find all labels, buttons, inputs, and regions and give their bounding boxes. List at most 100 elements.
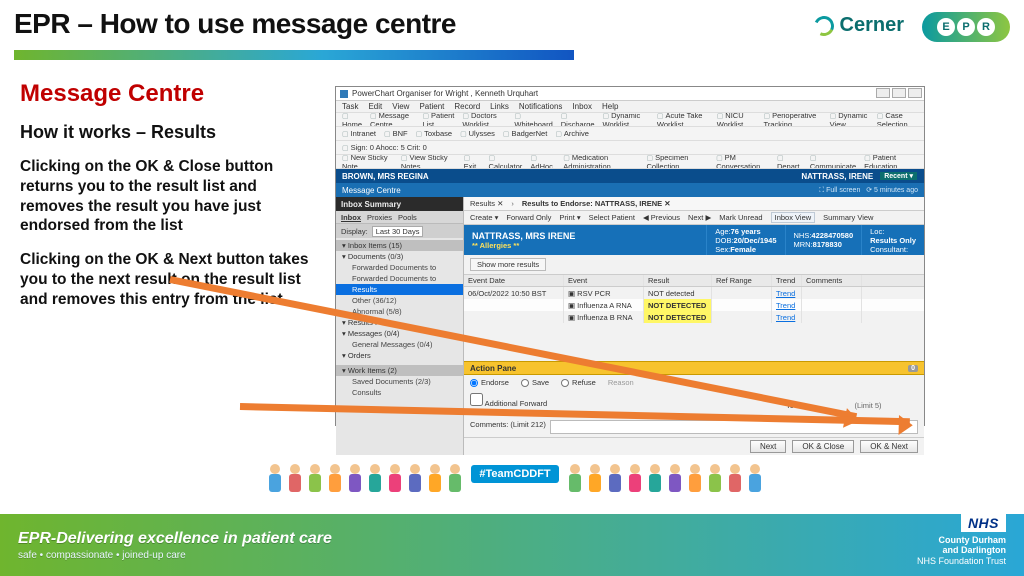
- tb-ulysses[interactable]: Ulysses: [460, 129, 495, 138]
- window-buttons[interactable]: [876, 88, 922, 98]
- tree-orders[interactable]: ▾ Orders: [336, 350, 463, 361]
- table-row[interactable]: 06/Oct/2022 10:50 BST▣ RSV PCRNOT detect…: [464, 287, 924, 299]
- show-more-button[interactable]: Show more results: [470, 258, 546, 271]
- menu-patient[interactable]: Patient: [419, 102, 444, 111]
- refuse-radio[interactable]: Refuse: [561, 378, 596, 387]
- min-icon[interactable]: [876, 88, 890, 98]
- tab-proxies[interactable]: Proxies: [367, 213, 392, 222]
- tb-communicate[interactable]: Communicate: [810, 155, 856, 169]
- tb-bnf[interactable]: BNF: [384, 129, 408, 138]
- tree-forwarded-documents-to[interactable]: Forwarded Documents to: [336, 273, 463, 284]
- cmd-inbox-view[interactable]: Inbox View: [771, 212, 816, 223]
- tab-inbox[interactable]: Inbox: [341, 213, 361, 222]
- crumb-endorse[interactable]: Results to Endorse: NATTRASS, IRENE ✕: [522, 199, 671, 208]
- menu-record[interactable]: Record: [454, 102, 480, 111]
- tree-consults[interactable]: Consults: [336, 387, 463, 398]
- trend-link[interactable]: Trend: [772, 311, 802, 323]
- menu-inbox[interactable]: Inbox: [572, 102, 592, 111]
- tb-dynamic-worklist[interactable]: Dynamic Worklist: [603, 113, 649, 127]
- tb-dynamic-view[interactable]: Dynamic View: [830, 113, 869, 127]
- recent-button[interactable]: Recent ▾: [879, 171, 918, 181]
- tb-new-sticky-note[interactable]: New Sticky Note: [342, 155, 393, 169]
- command-bar[interactable]: Create ▾ Forward Only Print ▾ Select Patien…: [464, 211, 924, 225]
- ok-close-button[interactable]: OK & Close: [792, 440, 854, 453]
- toolbar-row-2[interactable]: Intranet BNF Toxbase Ulysses BadgerNet Archiv…: [336, 127, 924, 141]
- tb-discharge[interactable]: Discharge: [561, 113, 595, 127]
- menu-edit[interactable]: Edit: [368, 102, 382, 111]
- cmd-print-[interactable]: Print ▾: [559, 213, 580, 222]
- crumb-results[interactable]: Results ✕: [470, 199, 503, 208]
- tb-adhoc[interactable]: AdHoc: [530, 155, 555, 169]
- breadcrumb[interactable]: Results ✕ › Results to Endorse: NATTRASS…: [464, 197, 924, 211]
- tb-calculator[interactable]: Calculator: [489, 155, 523, 169]
- toolbar-row-4[interactable]: New Sticky Note View Sticky Notes Exit Calc…: [336, 155, 924, 169]
- table-row[interactable]: ▣ Influenza B RNANOT DETECTEDTrend: [464, 311, 924, 323]
- tb-doctors-worklist[interactable]: Doctors Worklist: [462, 113, 506, 127]
- close-icon[interactable]: [908, 88, 922, 98]
- tree-saved-documents-2-3-[interactable]: Saved Documents (2/3): [336, 376, 463, 387]
- trend-link[interactable]: Trend: [772, 299, 802, 311]
- tb-patient-education[interactable]: Patient Education: [864, 155, 918, 169]
- menubar[interactable]: Task Edit View Patient Record Links Notificati…: [336, 101, 924, 113]
- tree-work-items-2-[interactable]: ▾ Work Items (2): [336, 365, 463, 376]
- tree-other-36-12-[interactable]: Other (36/12): [336, 295, 463, 306]
- tb-toxbase[interactable]: Toxbase: [416, 129, 453, 138]
- cmd-mark-unread[interactable]: Mark Unread: [719, 213, 762, 222]
- cmd--previous[interactable]: ◀ Previous: [643, 213, 680, 222]
- banner-allergies[interactable]: ** Allergies **: [472, 241, 698, 250]
- cartoon-person: [727, 464, 743, 498]
- refresh-ago[interactable]: ⟳ 5 minutes ago: [866, 187, 918, 194]
- tree-documents-0-3-[interactable]: ▾ Documents (0/3): [336, 251, 463, 262]
- tb-pm-conversation[interactable]: PM Conversation: [716, 155, 769, 169]
- cartoon-person: [587, 464, 603, 498]
- cmd-select-patient[interactable]: Select Patient: [589, 213, 635, 222]
- tree-results[interactable]: Results: [336, 284, 463, 295]
- cmd-summary-view[interactable]: Summary View: [823, 213, 873, 222]
- tb-message-centre[interactable]: Message Centre: [370, 113, 414, 127]
- menu-view[interactable]: View: [392, 102, 409, 111]
- tb-medication-administration[interactable]: Medication Administration: [563, 155, 638, 169]
- display-filter[interactable]: Display:Last 30 Days: [336, 224, 463, 238]
- fullscreen-button[interactable]: ⛶ Full screen: [819, 187, 860, 194]
- tb-badgernet[interactable]: BadgerNet: [503, 129, 547, 138]
- save-radio[interactable]: Save: [521, 378, 549, 387]
- cmd-create-[interactable]: Create ▾: [470, 213, 498, 222]
- tree-general-messages-0-4-[interactable]: General Messages (0/4): [336, 339, 463, 350]
- menu-help[interactable]: Help: [602, 102, 618, 111]
- endorse-radio[interactable]: Endorse: [470, 378, 509, 387]
- tb-archive[interactable]: Archive: [555, 129, 589, 138]
- tb-acute-take-worklist[interactable]: Acute Take Worklist: [657, 113, 709, 127]
- max-icon[interactable]: [892, 88, 906, 98]
- inbox-tree[interactable]: ▾ Inbox Items (15)▾ Documents (0/3)Forwa…: [336, 238, 463, 455]
- ok-next-button[interactable]: OK & Next: [860, 440, 918, 453]
- tb-patient-list[interactable]: Patient List: [422, 113, 454, 127]
- cmd-forward-only[interactable]: Forward Only: [506, 213, 551, 222]
- display-select[interactable]: Last 30 Days: [372, 226, 424, 237]
- tb-home[interactable]: Home: [342, 113, 362, 127]
- trend-link[interactable]: Trend: [772, 287, 802, 299]
- toolbar-row-1[interactable]: Home Message Centre Patient List Doctors Wo…: [336, 113, 924, 127]
- tb-case-selection[interactable]: Case Selection: [877, 113, 918, 127]
- tb-exit[interactable]: Exit: [464, 155, 481, 169]
- menu-notifications[interactable]: Notifications: [519, 102, 563, 111]
- patient-tab-nattrass[interactable]: NATTRASS, IRENE: [801, 172, 873, 181]
- results-only: Results Only: [870, 236, 916, 245]
- cartoon-person: [667, 464, 683, 498]
- tab-pools[interactable]: Pools: [398, 213, 417, 222]
- cmd-next-[interactable]: Next ▶: [688, 213, 711, 222]
- tb-intranet[interactable]: Intranet: [342, 129, 376, 138]
- tb-whiteboard[interactable]: Whiteboard: [514, 113, 552, 127]
- tree-forwarded-documents-to[interactable]: Forwarded Documents to: [336, 262, 463, 273]
- tb-nicu-worklist[interactable]: NICU Worklist: [717, 113, 756, 127]
- tb-depart[interactable]: Depart: [777, 155, 802, 169]
- table-row[interactable]: ▣ Influenza A RNANOT DETECTEDTrend: [464, 299, 924, 311]
- patient-tab-bar[interactable]: BROWN, MRS REGINA NATTRASS, IRENE Recent…: [336, 169, 924, 183]
- menu-task[interactable]: Task: [342, 102, 358, 111]
- tree-inbox-items-15-[interactable]: ▾ Inbox Items (15): [336, 240, 463, 251]
- tb-view-sticky-notes[interactable]: View Sticky Notes: [401, 155, 456, 169]
- patient-tab-brown[interactable]: BROWN, MRS REGINA: [342, 172, 429, 181]
- inbox-tabs[interactable]: Inbox Proxies Pools: [336, 211, 463, 224]
- menu-links[interactable]: Links: [490, 102, 509, 111]
- tb-perioperative-tracking[interactable]: Perioperative Tracking: [764, 113, 822, 127]
- tb-specimen-collection[interactable]: Specimen Collection: [647, 155, 709, 169]
